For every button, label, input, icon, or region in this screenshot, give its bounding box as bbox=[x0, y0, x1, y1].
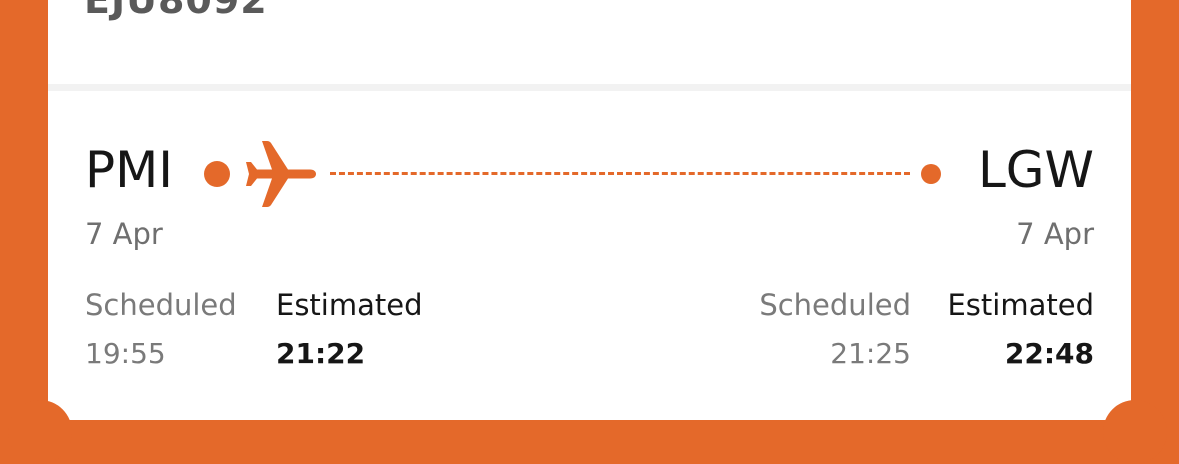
destination-scheduled-label: Scheduled bbox=[759, 288, 911, 322]
section-divider bbox=[48, 84, 1131, 91]
flight-number: EJU8092 bbox=[84, 0, 268, 22]
origin-airport-code: PMI bbox=[85, 141, 174, 199]
flight-card: EJU8092 PMI LGW 7 Apr 7 Apr Scheduled Es… bbox=[48, 0, 1131, 420]
ticket-notch-right bbox=[1103, 400, 1167, 464]
origin-date: 7 Apr bbox=[85, 217, 163, 251]
destination-scheduled-time: 21:25 bbox=[830, 337, 911, 370]
destination-estimated-time: 22:48 bbox=[1004, 337, 1094, 370]
origin-scheduled-time: 19:55 bbox=[85, 337, 166, 370]
origin-estimated-label: Estimated bbox=[276, 288, 423, 322]
destination-dot-icon bbox=[921, 164, 941, 184]
destination-airport-code: LGW bbox=[977, 141, 1094, 199]
route-dashed-line bbox=[330, 172, 910, 175]
origin-estimated-time: 21:22 bbox=[276, 337, 366, 370]
airplane-icon bbox=[246, 141, 316, 207]
origin-dot-icon bbox=[204, 161, 230, 187]
destination-estimated-label: Estimated bbox=[947, 288, 1094, 322]
ticket-notch-left bbox=[8, 400, 72, 464]
destination-date: 7 Apr bbox=[1016, 217, 1094, 251]
origin-scheduled-label: Scheduled bbox=[85, 288, 237, 322]
